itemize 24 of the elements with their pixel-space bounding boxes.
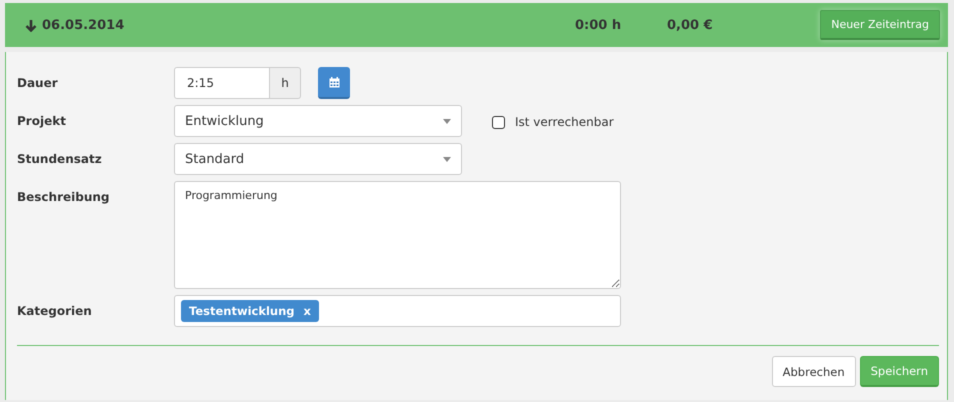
duration-field[interactable]: 2:15 [174, 67, 270, 99]
categories-field[interactable]: Testentwicklung x [174, 295, 621, 327]
calendar-icon [328, 76, 340, 88]
total-hours: 0:00 h [575, 18, 622, 32]
unit-addon: h [270, 67, 301, 99]
field-label: Kategorien [17, 303, 93, 320]
caret-icon [443, 118, 451, 124]
field-label: Projekt [17, 113, 67, 130]
total-amount: 0,00 € [667, 18, 714, 32]
entry-date: 06.05.2014 [42, 18, 124, 32]
down-arrow-icon [25, 18, 37, 32]
caret-icon [443, 156, 451, 162]
field-label: Dauer [17, 75, 59, 92]
tag-label: Testentwicklung [189, 304, 295, 318]
calendar-button[interactable] [318, 67, 350, 99]
rate-select[interactable]: Standard [174, 143, 462, 175]
field-label: Stundensatz [17, 151, 103, 168]
remove-tag-button[interactable]: x [304, 304, 311, 318]
cancel-button[interactable]: Abbrechen [772, 356, 856, 387]
field-label: Beschreibung [17, 189, 111, 206]
project-select[interactable]: Entwicklung [174, 105, 462, 137]
description-field[interactable]: Programmierung [174, 181, 621, 289]
billable-checkbox[interactable] [492, 116, 505, 128]
checkbox-label: Ist verrechenbar [515, 115, 614, 129]
